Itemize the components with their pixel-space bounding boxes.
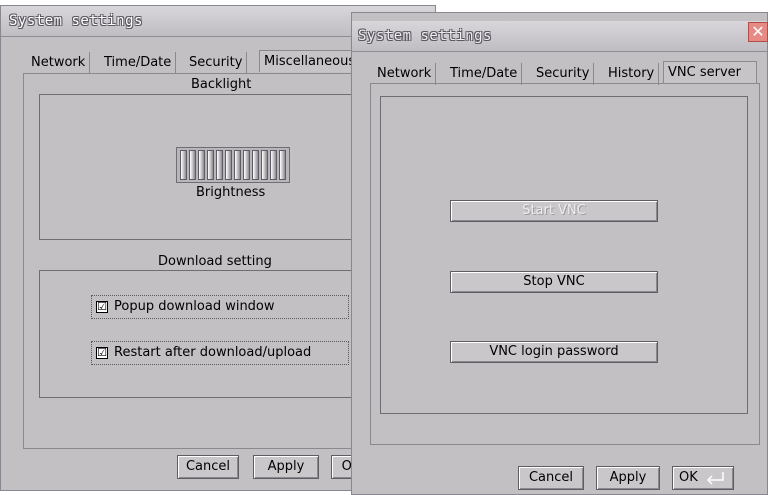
popup-download-checkmark: ☑ (96, 300, 108, 313)
front-tab-network[interactable]: Network (373, 63, 437, 85)
brightness-segment (207, 150, 214, 180)
back-apply-button[interactable]: Apply (253, 455, 319, 479)
brightness-segment (180, 150, 187, 180)
restart-after-download-checkbox[interactable]: ☑ Restart after download/upload (91, 341, 349, 365)
back-tab-miscellaneous[interactable]: Miscellaneous (259, 50, 359, 72)
brightness-segment (261, 150, 268, 180)
vnc-group (380, 96, 748, 414)
front-window-title: System settings (358, 28, 492, 44)
brightness-label: Brightness (196, 185, 266, 200)
download-setting-group (39, 270, 361, 398)
back-cancel-button[interactable]: Cancel (177, 455, 239, 479)
front-tab-security[interactable]: Security (532, 63, 595, 85)
back-tab-time-date[interactable]: Time/Date (100, 52, 177, 74)
brightness-segment (252, 150, 259, 180)
front-ok-label: OK (679, 470, 698, 485)
popup-download-window-label: Popup download window (114, 299, 275, 314)
restart-after-download-label: Restart after download/upload (114, 345, 312, 360)
restart-after-download-checkmark: ☑ (96, 346, 108, 359)
front-apply-button[interactable]: Apply (596, 466, 660, 490)
start-vnc-button[interactable]: Start VNC (450, 200, 658, 222)
vnc-login-password-button[interactable]: VNC login password (450, 341, 658, 363)
brightness-segment (198, 150, 205, 180)
front-settings-window: System settings ✕ Network Time/Date Secu… (351, 12, 768, 495)
popup-download-window-checkbox[interactable]: ☑ Popup download window (91, 295, 349, 319)
backlight-heading: Backlight (191, 77, 252, 92)
close-icon[interactable]: ✕ (748, 22, 768, 42)
back-tab-network[interactable]: Network (27, 52, 91, 74)
brightness-segment (216, 150, 223, 180)
front-tab-history[interactable]: History (604, 63, 660, 85)
brightness-segment (225, 150, 232, 180)
front-title-bar[interactable]: System settings (352, 21, 767, 52)
brightness-segment (270, 150, 277, 180)
back-tab-security[interactable]: Security (185, 52, 248, 74)
brightness-segment (243, 150, 250, 180)
front-cancel-button[interactable]: Cancel (518, 466, 584, 490)
download-setting-heading: Download setting (158, 254, 272, 269)
brightness-segment (279, 150, 286, 180)
brightness-slider[interactable] (176, 147, 290, 183)
back-window-title: System settings (9, 13, 143, 29)
stop-vnc-button[interactable]: Stop VNC (450, 271, 658, 293)
enter-key-icon (706, 472, 724, 485)
front-tab-time-date[interactable]: Time/Date (446, 63, 523, 85)
brightness-segment (234, 150, 241, 180)
front-tab-vnc-server[interactable]: VNC server (663, 61, 757, 83)
brightness-segment (189, 150, 196, 180)
front-ok-button[interactable]: OK (672, 466, 734, 490)
